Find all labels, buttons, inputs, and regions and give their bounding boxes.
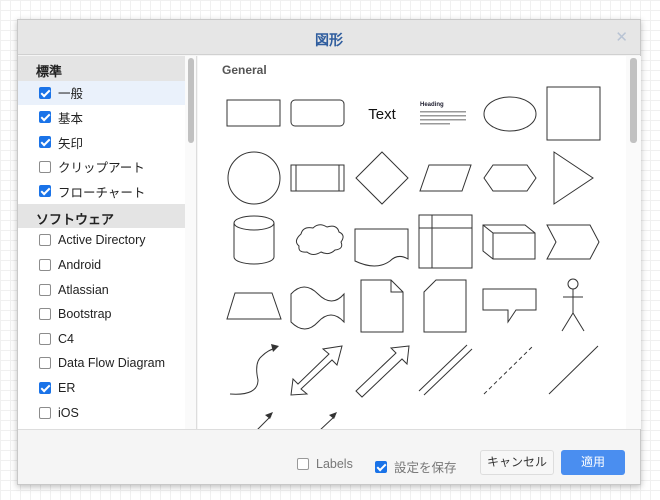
checkbox[interactable] xyxy=(39,160,51,173)
callout-shape[interactable] xyxy=(482,288,537,324)
library-item-c4[interactable]: C4 xyxy=(18,327,185,352)
item-label: Data Flow Diagram xyxy=(58,356,165,371)
library-item-active-directory[interactable]: Active Directory xyxy=(18,228,185,253)
link-shape[interactable] xyxy=(418,344,473,396)
checkbox[interactable] xyxy=(375,460,387,473)
item-label: フローチャート xyxy=(58,185,146,200)
library-item-basic[interactable]: 基本 xyxy=(18,105,185,130)
library-item-er[interactable]: ER xyxy=(18,376,185,401)
parallelogram-shape[interactable] xyxy=(419,164,472,192)
note-shape[interactable] xyxy=(360,279,404,333)
checkbox[interactable] xyxy=(39,234,51,247)
checkbox[interactable] xyxy=(39,308,51,321)
checkbox[interactable] xyxy=(39,136,51,149)
process-shape[interactable] xyxy=(290,164,345,192)
library-item-general[interactable]: 一般 xyxy=(18,80,185,106)
save-settings-label: 設定を保存 xyxy=(394,461,457,475)
dashed-line-shape[interactable] xyxy=(483,345,534,395)
rounded-rectangle-shape[interactable] xyxy=(290,99,345,127)
bidirectional-arrow-shape[interactable] xyxy=(290,345,343,396)
library-list: 標準 一般 基本 矢印 クリップアート フローチャート ソフトウェア Activ… xyxy=(18,56,185,429)
checkbox[interactable] xyxy=(39,332,51,345)
square-shape[interactable] xyxy=(546,86,601,141)
dialog-footer: Labels 設定を保存 キャンセル 適用 xyxy=(18,429,640,486)
item-label: Android xyxy=(58,258,102,273)
step-shape[interactable] xyxy=(546,224,600,260)
apply-button[interactable]: 適用 xyxy=(561,450,625,475)
svg-text:Heading: Heading xyxy=(420,102,444,108)
item-label: Bootstrap xyxy=(58,307,112,322)
hexagon-shape[interactable] xyxy=(483,164,537,192)
close-icon[interactable]: ✕ xyxy=(615,28,628,46)
triangle-shape[interactable] xyxy=(553,151,594,205)
dialog-title: 図形 xyxy=(315,32,343,48)
textbox-shape[interactable]: Heading xyxy=(420,102,466,125)
actor-shape[interactable] xyxy=(561,278,585,332)
dialog-header: 図形 ✕ xyxy=(18,20,640,55)
item-label: Atlassian xyxy=(58,282,109,297)
section-header-software: ソフトウェア xyxy=(18,203,185,229)
library-item-data-flow-diagram[interactable]: Data Flow Diagram xyxy=(18,351,185,376)
checkbox[interactable] xyxy=(39,86,51,99)
cylinder-shape[interactable] xyxy=(233,215,275,265)
item-label: 矢印 xyxy=(58,136,84,151)
checkbox[interactable] xyxy=(39,406,51,419)
scroll-thumb[interactable] xyxy=(188,58,194,143)
checkbox[interactable] xyxy=(39,185,51,198)
library-item-ios[interactable]: iOS xyxy=(18,400,185,425)
library-scrollbar[interactable] xyxy=(185,56,197,429)
ellipse-shape[interactable] xyxy=(483,96,537,132)
item-label: iOS xyxy=(58,405,79,420)
text-shape[interactable]: Text xyxy=(368,106,396,123)
diamond-shape[interactable] xyxy=(355,151,409,205)
cloud-shape[interactable] xyxy=(295,224,344,255)
checkbox[interactable] xyxy=(297,458,309,470)
document-shape[interactable] xyxy=(354,228,409,267)
item-label: ER xyxy=(58,381,76,396)
labels-checkbox[interactable]: Labels xyxy=(297,457,353,471)
library-item-flowchart[interactable]: フローチャート xyxy=(18,179,185,204)
cancel-button[interactable]: キャンセル xyxy=(480,450,554,475)
internal-storage-shape[interactable] xyxy=(418,214,473,269)
labels-label: Labels xyxy=(316,457,353,471)
library-item-clipart[interactable]: クリップアート xyxy=(18,154,185,179)
card-shape[interactable] xyxy=(423,279,467,333)
circle-shape[interactable] xyxy=(227,151,281,205)
checkbox[interactable] xyxy=(39,111,51,124)
item-label: クリップアート xyxy=(58,161,145,176)
save-settings-checkbox[interactable]: 設定を保存 xyxy=(375,457,457,476)
rectangle-shape[interactable] xyxy=(226,99,281,127)
item-label: 一般 xyxy=(58,87,84,102)
trapezoid-shape[interactable] xyxy=(226,292,282,320)
library-item-android[interactable]: Android xyxy=(18,253,185,278)
arrow-shape[interactable] xyxy=(355,345,410,398)
library-item-atlassian[interactable]: Atlassian xyxy=(18,277,185,302)
checkbox[interactable] xyxy=(39,357,51,370)
library-item-bootstrap[interactable]: Bootstrap xyxy=(18,302,185,327)
shape-grid: Text Heading xyxy=(226,86,601,429)
tape-shape[interactable] xyxy=(290,286,345,330)
checkbox[interactable] xyxy=(39,283,51,296)
cube-shape[interactable] xyxy=(482,224,536,260)
connector-arrow-shape[interactable] xyxy=(256,412,273,429)
item-label: 基本 xyxy=(58,111,84,126)
checkbox[interactable] xyxy=(39,382,51,395)
shapes-dialog: 図形 ✕ 標準 一般 基本 矢印 クリップアート フローチャート ソフトウェア … xyxy=(17,19,641,485)
section-header-standard: 標準 xyxy=(18,56,185,81)
line-shape[interactable] xyxy=(548,345,599,395)
scroll-thumb[interactable] xyxy=(630,58,637,143)
shape-preview: General Text Heading xyxy=(198,56,626,429)
checkbox[interactable] xyxy=(39,259,51,272)
curved-arrow-shape[interactable] xyxy=(229,344,279,395)
item-label: C4 xyxy=(58,331,74,346)
preview-scrollbar[interactable] xyxy=(626,56,641,429)
connector-arrow-shape[interactable] xyxy=(319,412,337,429)
library-item-arrows[interactable]: 矢印 xyxy=(18,130,185,155)
item-label: Active Directory xyxy=(58,233,146,248)
